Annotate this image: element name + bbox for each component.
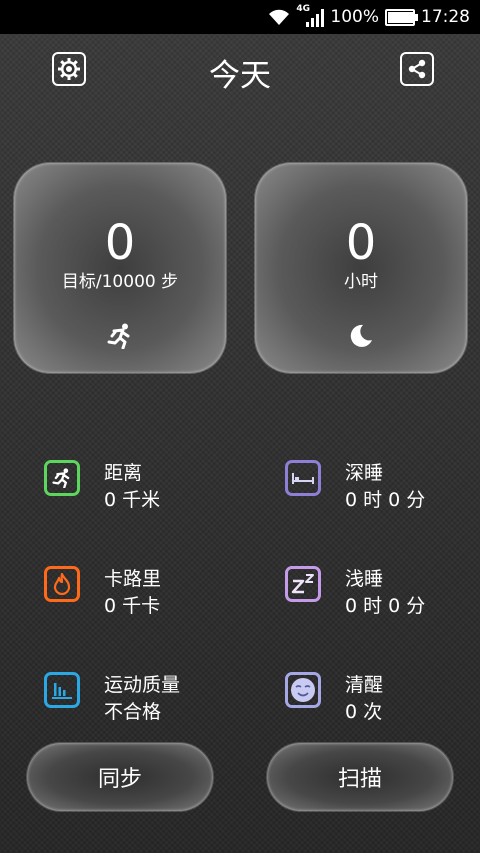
light-sleep-icon-box bbox=[285, 566, 321, 602]
quality-label: 运动质量 bbox=[104, 674, 181, 696]
steps-card[interactable]: 0 目标/10000 步 bbox=[14, 163, 226, 373]
awake-icon-box bbox=[285, 672, 321, 708]
quality-icon-box bbox=[44, 672, 80, 708]
calories-label: 卡路里 bbox=[104, 568, 162, 590]
smiley-icon bbox=[291, 678, 315, 702]
deep-sleep-value: 0 时 0 分 bbox=[345, 489, 426, 511]
moon-icon bbox=[350, 324, 372, 347]
sleep-value: 0 bbox=[345, 215, 377, 271]
battery-percent: 100% bbox=[330, 7, 379, 27]
distance-icon-box bbox=[44, 460, 80, 496]
calories-value: 0 千卡 bbox=[104, 595, 161, 617]
steps-goal: 目标/10000 步 bbox=[61, 272, 179, 292]
scan-button[interactable]: 扫描 bbox=[267, 743, 453, 811]
awake-value: 0 次 bbox=[345, 701, 383, 723]
deep-sleep-icon-box bbox=[285, 460, 321, 496]
clock: 17:28 bbox=[421, 7, 470, 27]
distance-label: 距离 bbox=[104, 462, 143, 484]
share-icon bbox=[408, 59, 426, 79]
running-icon bbox=[107, 323, 130, 349]
sync-button[interactable]: 同步 bbox=[27, 743, 213, 811]
status-bar: 4G 100% 17:28 bbox=[0, 0, 480, 34]
status-icons: 4G 100% 17:28 bbox=[268, 0, 470, 34]
steps-value: 0 bbox=[104, 215, 136, 271]
share-button[interactable] bbox=[400, 52, 434, 86]
deep-sleep-label: 深睡 bbox=[345, 462, 384, 484]
light-sleep-value: 0 时 0 分 bbox=[345, 595, 426, 617]
running-icon bbox=[52, 468, 70, 488]
quality-value: 不合格 bbox=[104, 701, 162, 723]
awake-label: 清醒 bbox=[345, 674, 384, 696]
flame-icon bbox=[53, 573, 71, 595]
battery-icon bbox=[385, 8, 418, 26]
sleep-unit: 小时 bbox=[344, 272, 378, 292]
bar-chart-icon bbox=[52, 683, 72, 699]
cellular-signal-icon: 4G bbox=[296, 4, 325, 27]
distance-value: 0 千米 bbox=[104, 489, 161, 511]
header: 今天 bbox=[0, 34, 480, 110]
calories-icon-box bbox=[44, 566, 80, 602]
light-sleep-label: 浅睡 bbox=[345, 568, 384, 590]
bed-icon bbox=[292, 473, 314, 484]
wifi-icon bbox=[269, 9, 290, 25]
sleep-card[interactable]: 0 小时 bbox=[255, 163, 467, 373]
zz-icon bbox=[291, 574, 314, 594]
